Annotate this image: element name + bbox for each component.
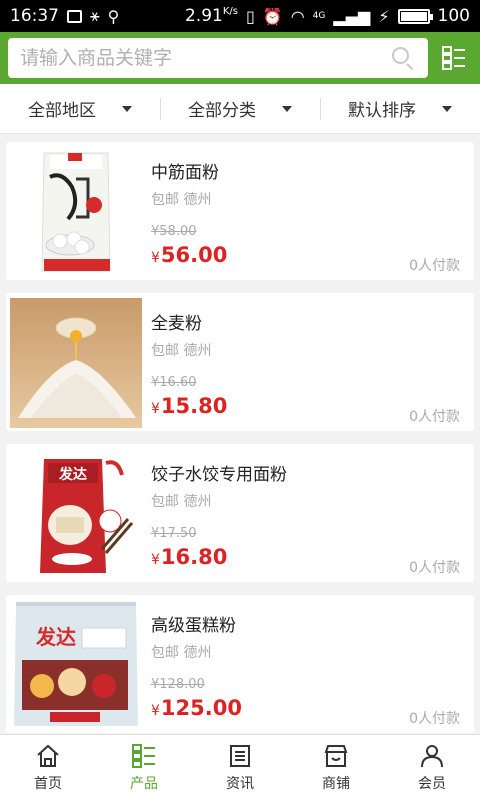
status-time: 16:37 — [10, 6, 59, 26]
product-card[interactable]: 中筋面粉 包邮 德州 ¥58.00 ¥56.00 0人付款 — [6, 142, 474, 280]
product-image-flour-bag[interactable] — [10, 147, 142, 277]
product-paid-count: 0人付款 — [409, 560, 460, 576]
tab-member-label: 会员 — [418, 775, 446, 792]
svg-text:发达: 发达 — [35, 625, 76, 649]
tab-products-label: 产品 — [130, 775, 158, 792]
product-info: 全麦粉 包邮 德州 ¥16.60 ¥15.80 0人付款 — [142, 298, 470, 426]
tab-home[interactable]: 首页 — [0, 735, 96, 800]
search-input[interactable] — [20, 47, 390, 69]
product-name[interactable]: 饺子水饺专用面粉 — [151, 460, 470, 485]
battery-icon — [397, 8, 433, 24]
bottom-tab-bar: 首页 产品 资讯 商铺 会员 — [0, 734, 480, 800]
share-notification-icon: ⚹ — [90, 6, 100, 25]
price-value: 56.00 — [160, 243, 228, 267]
document-icon — [230, 744, 250, 767]
price-currency: ¥ — [151, 250, 160, 266]
network-type: 4G — [312, 11, 326, 21]
product-shipping-location: 包邮 德州 — [151, 343, 212, 359]
product-shipping-location: 包邮 德州 — [151, 494, 212, 510]
store-icon — [324, 744, 348, 767]
price-currency: ¥ — [151, 552, 160, 568]
product-original-price: ¥17.50 — [151, 526, 197, 541]
charging-icon: ⚡ — [378, 6, 390, 26]
tab-news[interactable]: 资讯 — [192, 735, 288, 800]
tab-products[interactable]: 产品 — [96, 735, 192, 800]
vibrate-icon: ▯ — [245, 6, 255, 26]
filter-region-label: 全部地区 — [28, 101, 96, 121]
product-info: 饺子水饺专用面粉 包邮 德州 ¥17.50 ¥16.80 0人付款 — [142, 449, 470, 577]
product-list: 中筋面粉 包邮 德州 ¥58.00 ¥56.00 0人付款 全麦粉 包邮 德州 … — [0, 134, 480, 734]
search-icon[interactable] — [390, 45, 416, 71]
user-icon — [421, 744, 443, 767]
product-paid-count: 0人付款 — [409, 258, 460, 274]
product-image-dumpling-flour-bag[interactable]: 发达 — [10, 449, 142, 579]
product-shipping-location: 包邮 德州 — [151, 645, 212, 661]
app-header — [0, 32, 480, 84]
filter-category[interactable]: 全部分类 — [160, 84, 320, 133]
product-card[interactable]: 全麦粉 包邮 德州 ¥16.60 ¥15.80 0人付款 — [6, 293, 474, 431]
filter-bar: 全部地区 全部分类 默认排序 — [0, 84, 480, 134]
alarm-icon: ⏰ — [262, 6, 283, 26]
status-left: 16:37 ⚹ ⚲ — [10, 6, 119, 26]
price-value: 125.00 — [160, 696, 242, 720]
caret-down-icon — [282, 105, 292, 112]
svg-text:发达: 发达 — [58, 466, 87, 483]
product-original-price: ¥58.00 — [151, 224, 197, 239]
network-speed-value: 2.91 — [184, 6, 223, 26]
filter-sort[interactable]: 默认排序 — [320, 84, 480, 133]
category-menu-button[interactable] — [436, 38, 472, 78]
tab-home-label: 首页 — [34, 775, 62, 792]
product-image-cake-flour-sack[interactable]: 发达 — [10, 600, 142, 730]
product-price: ¥125.00 — [151, 696, 242, 720]
network-speed-unit: K/s — [222, 6, 238, 17]
filter-region[interactable]: 全部地区 — [0, 84, 160, 133]
image-notification-icon — [67, 9, 82, 23]
product-name[interactable]: 全麦粉 — [151, 309, 470, 334]
network-speed: 2.91K/s — [185, 6, 238, 26]
grid-list-icon — [442, 46, 465, 70]
tab-stores[interactable]: 商铺 — [288, 735, 384, 800]
product-paid-count: 0人付款 — [409, 409, 460, 425]
wifi-icon: ◠ — [290, 6, 305, 26]
price-value: 16.80 — [160, 545, 228, 569]
price-currency: ¥ — [151, 703, 160, 719]
caret-down-icon — [442, 105, 452, 112]
filter-sort-label: 默认排序 — [348, 101, 416, 121]
product-info: 中筋面粉 包邮 德州 ¥58.00 ¥56.00 0人付款 — [142, 147, 470, 275]
battery-percent: 100 — [437, 6, 470, 26]
tab-news-label: 资讯 — [226, 775, 254, 792]
tab-stores-label: 商铺 — [322, 775, 350, 792]
usb-icon: ⚲ — [107, 6, 120, 26]
search-box[interactable] — [8, 38, 428, 78]
home-icon — [37, 744, 59, 767]
tab-member[interactable]: 会员 — [384, 735, 480, 800]
product-card[interactable]: 发达 饺子水饺专用面粉 包邮 德州 ¥17.50 ¥16.80 0人付款 — [6, 444, 474, 582]
product-original-price: ¥16.60 — [151, 375, 197, 390]
product-info: 高级蛋糕粉 包邮 德州 ¥128.00 ¥125.00 0人付款 — [142, 600, 470, 728]
product-card[interactable]: 发达 高级蛋糕粉 包邮 德州 ¥128.00 ¥125.00 0人付款 — [6, 595, 474, 733]
grid-list-icon — [132, 743, 155, 768]
product-paid-count: 0人付款 — [409, 711, 460, 727]
product-price: ¥16.80 — [151, 545, 227, 569]
price-currency: ¥ — [151, 401, 160, 417]
product-original-price: ¥128.00 — [151, 677, 205, 692]
status-right: 2.91K/s ▯ ⏰ ◠ 4G ▂▄▆ ⚡ 100 — [185, 6, 470, 26]
product-shipping-location: 包邮 德州 — [151, 192, 212, 208]
status-bar: 16:37 ⚹ ⚲ 2.91K/s ▯ ⏰ ◠ 4G ▂▄▆ ⚡ 100 — [0, 0, 480, 32]
product-name[interactable]: 高级蛋糕粉 — [151, 611, 470, 636]
caret-down-icon — [122, 105, 132, 112]
product-name[interactable]: 中筋面粉 — [151, 158, 470, 183]
product-image-flour-pile[interactable] — [10, 298, 142, 428]
product-price: ¥56.00 — [151, 243, 227, 267]
signal-icon: ▂▄▆ — [333, 6, 371, 26]
product-price: ¥15.80 — [151, 394, 227, 418]
price-value: 15.80 — [160, 394, 228, 418]
filter-category-label: 全部分类 — [188, 101, 256, 121]
battery-fill — [400, 11, 427, 21]
